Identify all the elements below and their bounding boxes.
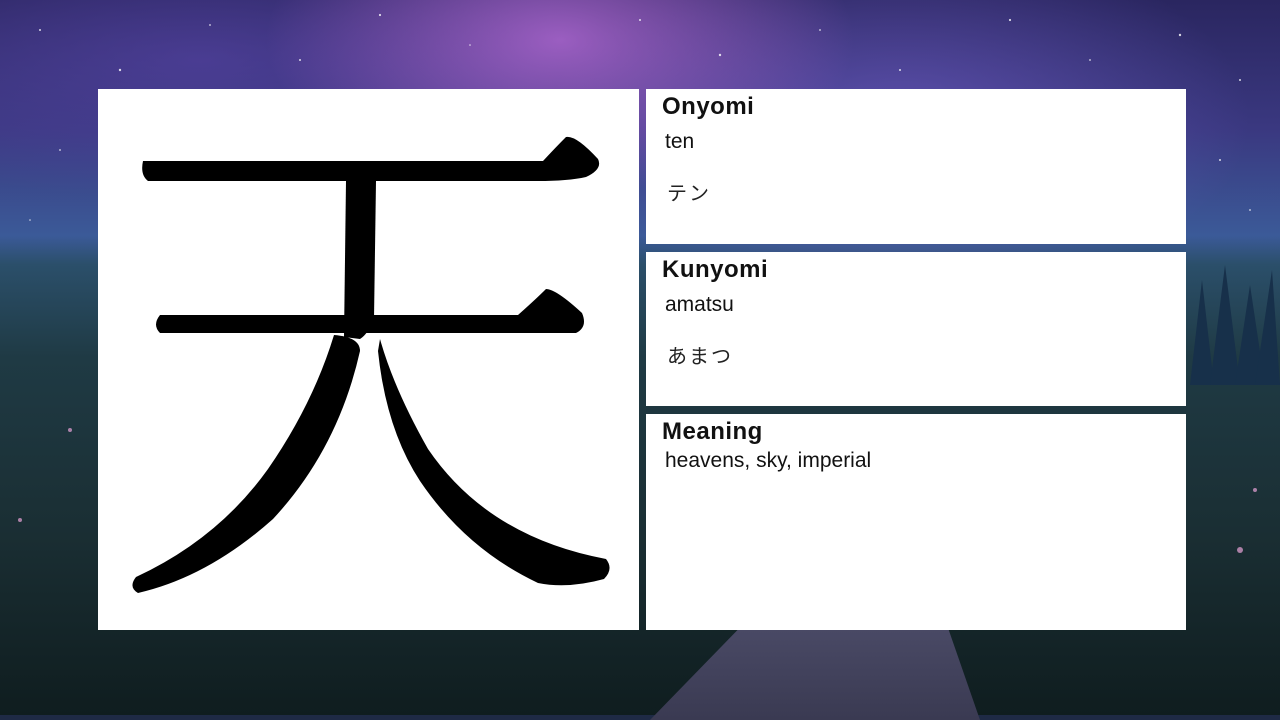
kunyomi-kana: あまつ: [667, 344, 733, 368]
meaning-card: Meaning heavens, sky, imperial: [646, 414, 1186, 630]
meaning-heading: Meaning: [662, 418, 763, 445]
pine-trees-decoration: [1190, 265, 1280, 385]
meaning-text: heavens, sky, imperial: [665, 449, 872, 472]
kunyomi-romaji: amatsu: [665, 293, 734, 316]
onyomi-kana: テン: [667, 181, 711, 205]
kunyomi-heading: Kunyomi: [662, 256, 769, 283]
kanji-card: 天: [98, 89, 639, 630]
onyomi-heading: Onyomi: [662, 93, 755, 120]
onyomi-card: Onyomi ten テン: [646, 89, 1186, 244]
onyomi-romaji: ten: [665, 130, 695, 153]
kunyomi-card: Kunyomi amatsu あまつ: [646, 252, 1186, 406]
kanji-character-glyph: 天: [132, 136, 610, 593]
